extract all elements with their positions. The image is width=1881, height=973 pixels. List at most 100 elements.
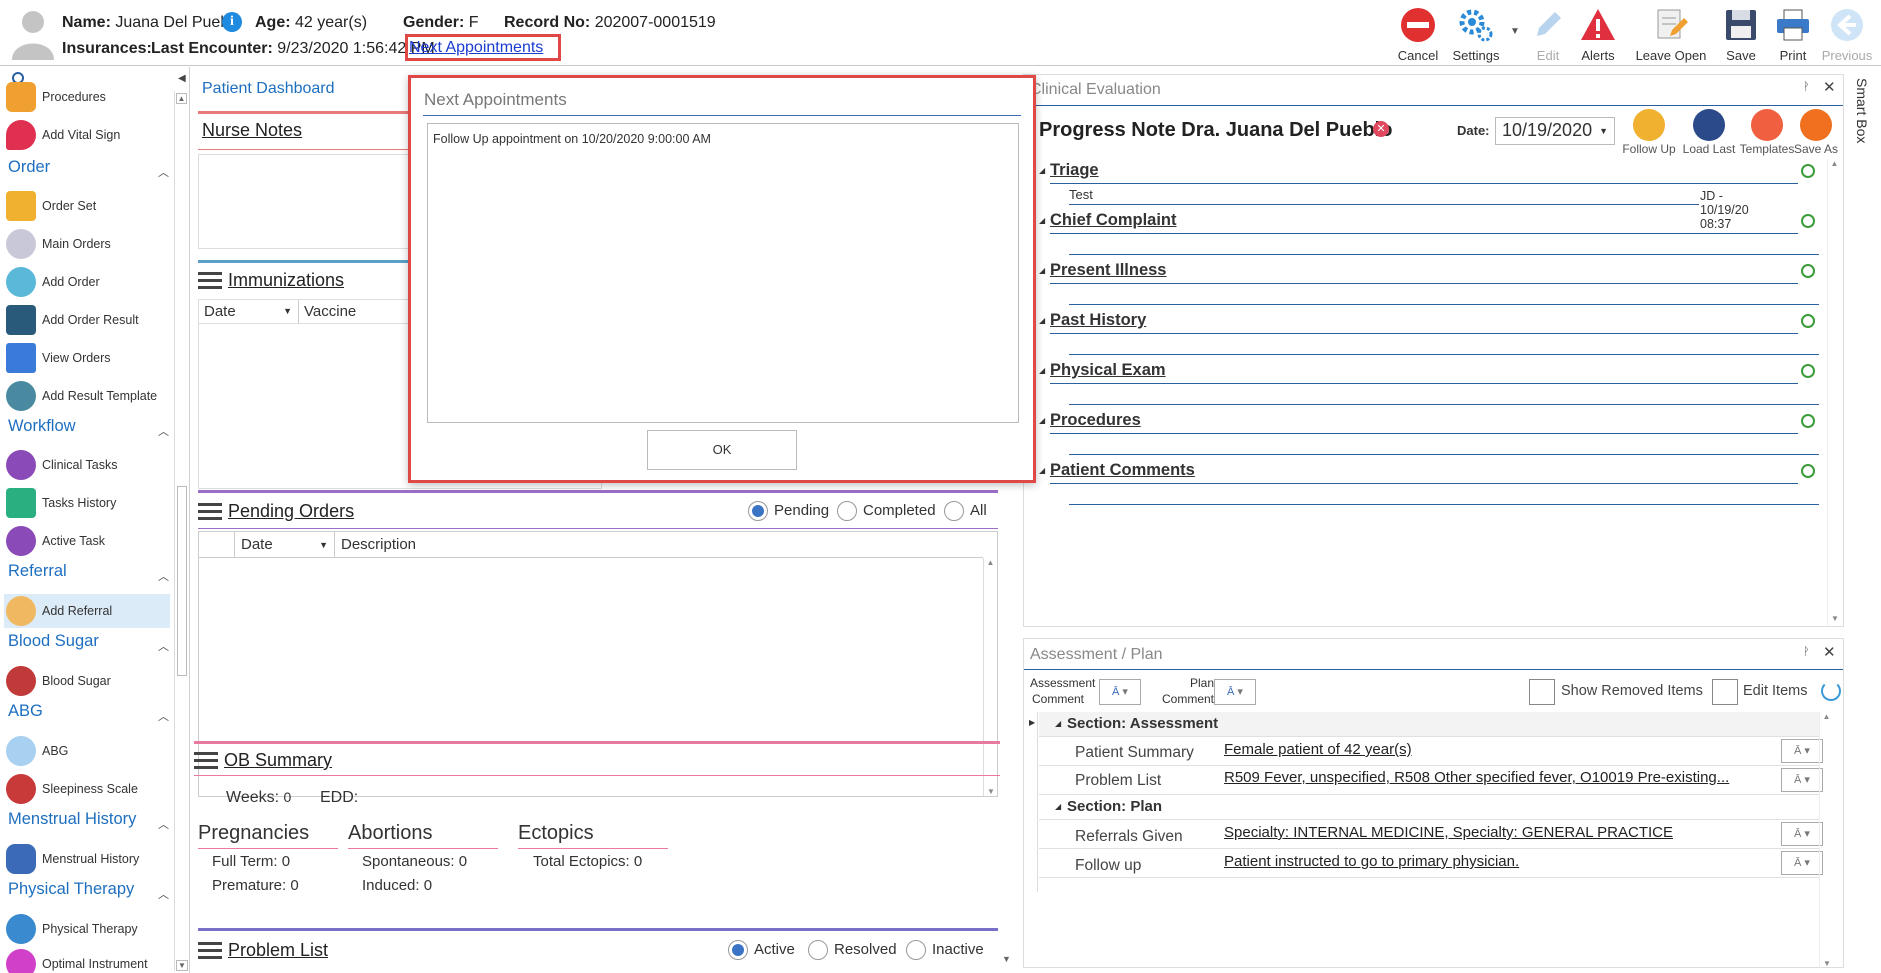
radio-all[interactable]: All — [944, 501, 987, 521]
grid-scrollbar[interactable]: ▲ ▼ — [1819, 712, 1833, 968]
appointments-list[interactable]: Follow Up appointment on 10/20/2020 9:00… — [427, 123, 1019, 423]
scroll-thumb[interactable] — [177, 486, 187, 676]
scroll-up-icon[interactable]: ▲ — [984, 558, 997, 567]
scroll-up-icon[interactable]: ▲ — [176, 93, 187, 104]
row-value-link[interactable]: Patient instructed to go to primary phys… — [1224, 853, 1519, 870]
expand-triangle-icon[interactable]: ◢ — [1039, 266, 1045, 275]
radio-completed[interactable]: Completed — [837, 501, 936, 521]
sidebar-item-add-order-result[interactable]: Add Order Result — [6, 303, 172, 337]
remove-note-icon[interactable]: ✕ — [1373, 121, 1389, 137]
sidebar-item-main-orders[interactable]: Main Orders — [6, 227, 172, 261]
next-appointments-link[interactable]: Next Appointments — [409, 39, 543, 57]
sidebar-item-procedures[interactable]: Procedures — [6, 80, 172, 114]
nurse-notes-title[interactable]: Nurse Notes — [202, 120, 302, 141]
sidebar-section-referral[interactable]: Referral — [8, 562, 67, 581]
table-row[interactable]: Referrals Given Specialty: INTERNAL MEDI… — [1039, 820, 1823, 849]
scroll-down-icon[interactable]: ▼ — [1820, 959, 1834, 968]
smart-box-tab[interactable]: Smart Box — [1848, 70, 1878, 190]
ob-summary-title[interactable]: OB Summary — [194, 750, 332, 771]
save-button[interactable]: Save — [1711, 6, 1771, 63]
chevron-up-icon[interactable]: ︿ — [158, 708, 169, 724]
pending-orders-title[interactable]: Pending Orders — [198, 501, 354, 522]
settings-button[interactable]: Settings — [1446, 6, 1506, 63]
sidebar-item-sleepiness-scale[interactable]: Sleepiness Scale — [6, 772, 172, 806]
menu-icon[interactable] — [198, 503, 222, 522]
section-assessment-row[interactable]: ◢ Section: Assessment — [1039, 712, 1819, 737]
row-value-link[interactable]: R509 Fever, unspecified, R508 Other spec… — [1224, 769, 1729, 786]
alarm-clock-icon[interactable] — [1801, 464, 1815, 478]
chevron-up-icon[interactable]: ︿ — [158, 816, 169, 832]
column-header-date[interactable]: Date ▼ — [235, 532, 335, 558]
sidebar-item-tasks-history[interactable]: Tasks History — [6, 486, 172, 520]
row-format-dropdown[interactable]: Ā ▾ — [1781, 822, 1823, 846]
column-header-description[interactable]: Description — [335, 532, 983, 558]
close-icon[interactable]: ✕ — [1823, 78, 1836, 96]
radio-pending[interactable]: Pending — [748, 501, 829, 521]
row-value-link[interactable]: Female patient of 42 year(s) — [1224, 741, 1412, 758]
chevron-up-icon[interactable]: ︿ — [158, 423, 169, 439]
sidebar-section-order[interactable]: Order — [8, 158, 50, 177]
collapse-triangle-icon[interactable]: ◢ — [1055, 802, 1061, 811]
menu-icon[interactable] — [198, 272, 222, 291]
sidebar-section-abg[interactable]: ABG — [8, 702, 43, 721]
sidebar-item-abg[interactable]: ABG — [6, 734, 172, 768]
radio-unselected[interactable] — [837, 501, 857, 521]
collapse-sidebar-icon[interactable]: ◀ — [178, 73, 186, 84]
expand-triangle-icon[interactable]: ◢ — [1039, 466, 1045, 475]
previous-button[interactable]: Previous — [1817, 6, 1877, 63]
sidebar-item-add-referral[interactable]: Add Referral — [4, 594, 170, 628]
radio-selected[interactable] — [748, 501, 768, 521]
plan-comment-dropdown[interactable]: Ā ▾ — [1214, 679, 1256, 705]
scroll-down-icon[interactable]: ▼ — [1002, 954, 1011, 964]
row-format-dropdown[interactable]: Ā ▾ — [1781, 739, 1823, 763]
expand-triangle-icon[interactable]: ◢ — [1039, 316, 1045, 325]
alarm-clock-icon[interactable] — [1801, 364, 1815, 378]
scroll-down-icon[interactable]: ▼ — [1828, 614, 1842, 623]
row-value-link[interactable]: Specialty: INTERNAL MEDICINE, Specialty:… — [1224, 824, 1673, 841]
sidebar-section-physical-therapy[interactable]: Physical Therapy — [8, 880, 134, 899]
follow-up-button[interactable]: Follow Up — [1619, 107, 1679, 156]
sidebar-item-add-result-template[interactable]: Add Result Template — [6, 379, 172, 413]
alarm-clock-icon[interactable] — [1801, 214, 1815, 228]
leave-open-button[interactable]: Leave Open — [1631, 6, 1711, 63]
expand-triangle-icon[interactable]: ◢ — [1039, 166, 1045, 175]
radio-unselected[interactable] — [944, 501, 964, 521]
sidebar-item-add-order[interactable]: Add Order — [6, 265, 172, 299]
sidebar-scrollbar[interactable]: ▲ ▼ — [174, 91, 188, 971]
sidebar-item-blood-sugar[interactable]: Blood Sugar — [6, 664, 172, 698]
sidebar-item-order-set[interactable]: Order Set — [6, 189, 172, 223]
chevron-up-icon[interactable]: ︿ — [158, 164, 169, 180]
table-row[interactable]: Patient Summary Female patient of 42 yea… — [1039, 737, 1823, 766]
expand-triangle-icon[interactable]: ◢ — [1039, 216, 1045, 225]
show-removed-checkbox[interactable] — [1529, 679, 1555, 705]
scroll-down-icon[interactable]: ▼ — [176, 960, 188, 971]
chevron-up-icon[interactable]: ︿ — [158, 886, 169, 902]
sidebar-section-blood-sugar[interactable]: Blood Sugar — [8, 632, 99, 651]
section-plan-row[interactable]: ◢ Section: Plan — [1039, 795, 1819, 820]
scroll-up-icon[interactable]: ▲ — [1828, 159, 1841, 168]
expand-triangle-icon[interactable]: ◢ — [1039, 366, 1045, 375]
table-row[interactable]: Follow up Patient instructed to go to pr… — [1039, 849, 1823, 878]
sidebar-item-optimal-instrument[interactable]: Optimal Instrument — [6, 947, 172, 973]
alerts-button[interactable]: Alerts — [1568, 6, 1628, 63]
clinical-scrollbar[interactable]: ▲ ▼ — [1827, 159, 1841, 625]
ok-button[interactable]: OK — [647, 430, 797, 470]
pin-icon[interactable]: ᚹ — [1803, 646, 1810, 658]
scroll-up-icon[interactable]: ▲ — [1820, 712, 1833, 721]
radio-inactive[interactable]: Inactive — [906, 940, 984, 960]
column-header-date[interactable]: Date ▼ — [199, 300, 299, 324]
close-icon[interactable]: ✕ — [1823, 643, 1836, 661]
sidebar-section-menstrual-history[interactable]: Menstrual History — [8, 810, 136, 829]
sidebar-item-clinical-tasks[interactable]: Clinical Tasks — [6, 448, 172, 482]
table-scrollbar[interactable]: ▲ ▼ — [983, 558, 997, 796]
collapse-triangle-icon[interactable]: ◢ — [1055, 719, 1061, 728]
menu-icon[interactable] — [198, 942, 222, 961]
row-format-dropdown[interactable]: Ā ▾ — [1781, 768, 1823, 792]
chevron-up-icon[interactable]: ︿ — [158, 638, 169, 654]
alarm-clock-icon[interactable] — [1801, 414, 1815, 428]
alarm-clock-icon[interactable] — [1801, 314, 1815, 328]
radio-unselected[interactable] — [808, 940, 828, 960]
problem-list-title[interactable]: Problem List — [198, 940, 328, 961]
tab-patient-dashboard[interactable]: Patient Dashboard — [202, 80, 335, 98]
sidebar-section-workflow[interactable]: Workflow — [8, 417, 76, 436]
